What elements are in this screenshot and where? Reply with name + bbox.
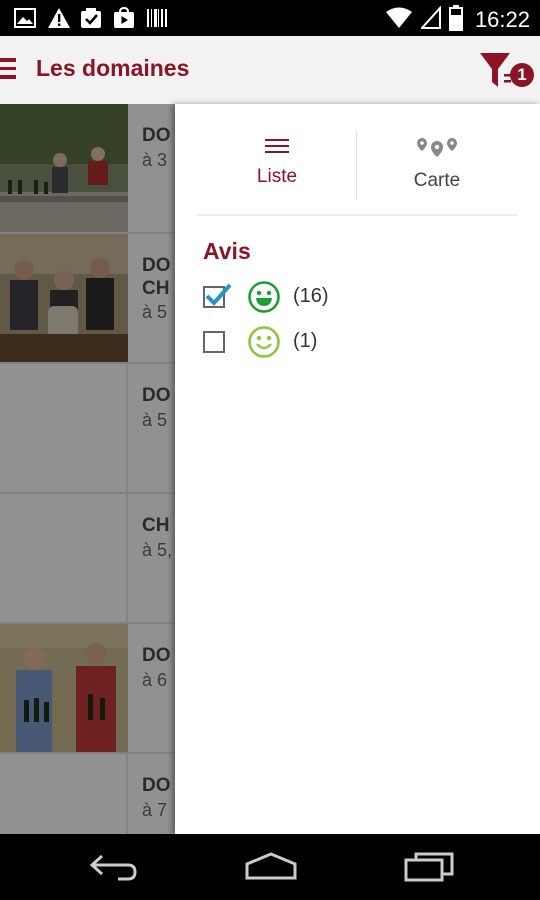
- back-icon[interactable]: [88, 852, 138, 882]
- wifi-icon: [385, 6, 413, 34]
- map-pins-icon: [417, 138, 457, 157]
- tab-liste-label: Liste: [256, 166, 298, 187]
- big-smile-icon: [248, 281, 280, 313]
- action-bar: Les domaines 1: [0, 36, 540, 104]
- image-icon: [14, 7, 36, 29]
- navigation-bar: [0, 834, 540, 900]
- section-title-avis: Avis: [203, 238, 251, 264]
- signal-icon: [419, 5, 441, 34]
- checkbox-checked[interactable]: [203, 283, 232, 308]
- filter-badge-count: 1: [517, 65, 527, 84]
- play-store-icon: [113, 6, 135, 29]
- battery-icon: [448, 5, 463, 35]
- warning-icon: [47, 7, 70, 29]
- checkbox-unchecked[interactable]: [203, 331, 225, 353]
- hamburger-menu-icon[interactable]: [0, 58, 16, 80]
- home-icon[interactable]: [244, 852, 298, 882]
- tab-carte[interactable]: Carte: [357, 124, 517, 220]
- divider: [197, 214, 517, 216]
- status-bar: 16:22: [0, 0, 540, 36]
- filter-button[interactable]: 1: [478, 50, 536, 94]
- avis-count: (1): [293, 330, 318, 352]
- avis-count: (16): [293, 285, 329, 307]
- list-icon: [265, 139, 289, 153]
- page-title: Les domaines: [36, 55, 190, 81]
- avis-option-very-good[interactable]: (16): [203, 280, 403, 314]
- checklist-icon: [80, 7, 102, 29]
- checkmark-icon: [205, 283, 232, 306]
- tab-carte-label: Carte: [413, 170, 461, 191]
- avis-option-good[interactable]: (1): [203, 325, 403, 359]
- smile-icon: [248, 326, 280, 358]
- filter-drawer: Liste Carte Avis (16) (1): [175, 104, 540, 834]
- tab-liste[interactable]: Liste: [197, 124, 357, 220]
- recent-apps-icon[interactable]: [402, 852, 456, 882]
- clock: 16:22: [474, 7, 530, 32]
- filter-icon: [480, 53, 513, 87]
- barcode-icon: [146, 7, 168, 29]
